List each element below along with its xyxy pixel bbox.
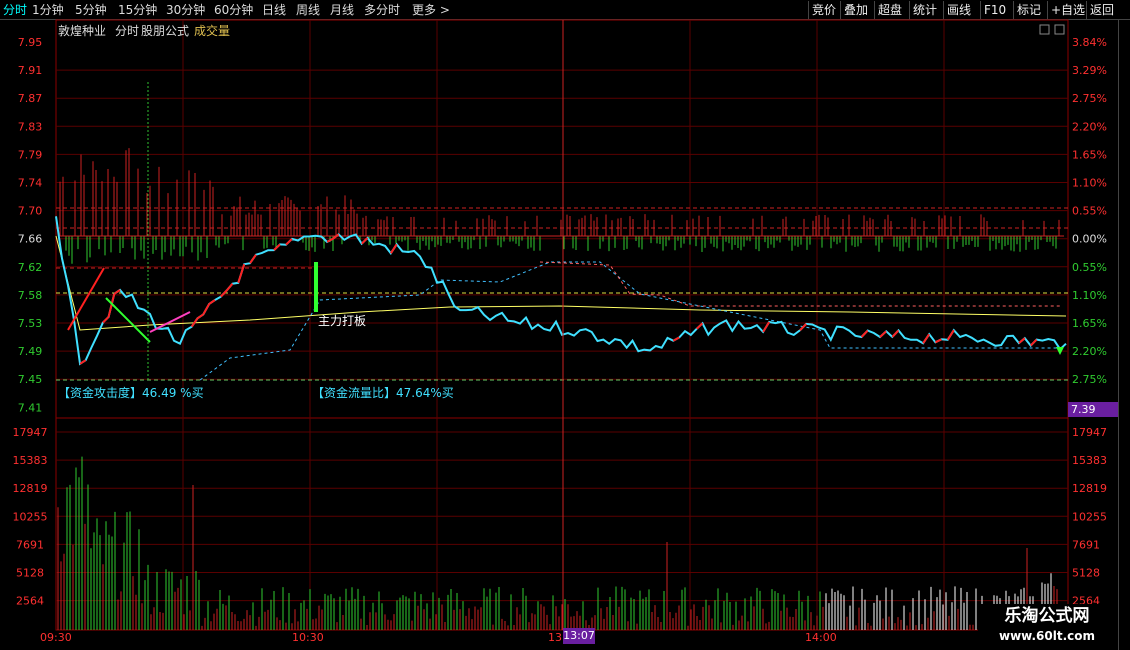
percent-tick-label: 1.65% (1072, 317, 1107, 330)
watermark-title: 乐淘公式网 (1004, 606, 1090, 626)
volume-tick-label-right: 5128 (1072, 567, 1100, 580)
percent-tick-label: 2.75% (1072, 92, 1107, 105)
price-tick-label: 7.70 (18, 205, 43, 218)
volume-tick-label: 7691 (16, 538, 44, 551)
fund-attack-label: 【资金攻击度】46.49 %买 (58, 385, 204, 400)
percent-tick-label: 2.75% (1072, 373, 1107, 386)
formula-name: 股朋公式 (141, 24, 189, 38)
fund-flow-label: 【资金流量比】47.64%买 (312, 385, 454, 400)
chart-mode: 分时 (115, 24, 139, 38)
main-force-bar (314, 262, 318, 312)
volume-axis-right: 17947153831281910255769151282564 (1072, 426, 1107, 608)
price-tick-label: 7.79 (18, 148, 43, 161)
price-tick-label: 7.41 (18, 401, 43, 414)
percent-tick-label: 0.00% (1072, 233, 1107, 246)
volume-axis-left: 17947 15383 12819 10255 7691 5128 2564 (13, 426, 48, 608)
percent-tick-label: 3.84% (1072, 36, 1107, 49)
maximize-icon[interactable] (1054, 24, 1065, 35)
settings-icon[interactable] (1039, 24, 1050, 35)
percent-tick-label: 2.20% (1072, 120, 1107, 133)
volume-tick-label: 2564 (16, 595, 44, 608)
price-tick-label: 7.62 (18, 261, 43, 274)
percent-axis-right: 3.84% 3.29% 2.75% 2.20% 1.65% 1.10% 0.55% 0.00%… (1072, 36, 1107, 386)
volume-tick-label-right: 10255 (1072, 510, 1107, 523)
price-tick-label: 7.83 (18, 120, 43, 133)
intraday-chart[interactable]: 敦煌种业 分时 股朋公式 成交量 7.95 7.91 7.87 7.83 7.79 7.7… (0, 0, 1130, 650)
price-tick-label: 7.58 (18, 289, 43, 302)
volume-tick-label: 17947 (13, 426, 48, 439)
price-tick-label: 7.53 (18, 317, 43, 330)
watermark-url: www.60lt.com (998, 629, 1096, 643)
percent-tick-label: 1.65% (1072, 148, 1107, 161)
volume-tick-label: 15383 (13, 454, 48, 467)
pattern-line-magenta (149, 311, 191, 333)
pattern-line-red (67, 267, 105, 331)
cursor-time-badge: 13:07 (563, 628, 595, 644)
watermark-logo: 乐淘公式网 www.60lt.com (978, 604, 1116, 648)
price-axis-left: 7.95 7.91 7.87 7.83 7.79 7.74 7.70 7.66 7.62 7.58… (18, 36, 43, 414)
percent-tick-label: 3.29% (1072, 64, 1107, 77)
fund-flow-bars (59, 148, 1064, 264)
stock-name: 敦煌种业 (58, 23, 106, 38)
band-upper-line (539, 261, 1060, 307)
time-axis: 09:3010:3013:0014:00 (40, 631, 837, 644)
right-sidebar[interactable] (1118, 20, 1130, 650)
price-tick-label: 7.66 (18, 233, 43, 246)
price-line-up-segments (79, 233, 1038, 365)
volume-tick-label-right: 7691 (1072, 538, 1100, 551)
percent-tick-label: 0.55% (1072, 261, 1107, 274)
volume-bars (57, 456, 1064, 630)
price-tick-label: 7.91 (18, 64, 43, 77)
volume-tick-label-right: 15383 (1072, 454, 1107, 467)
time-tick-label: 09:30 (40, 631, 72, 644)
price-tick-label: 7.87 (18, 92, 43, 105)
pattern-line-green (105, 297, 151, 343)
volume-tick-label-right: 12819 (1072, 482, 1107, 495)
indicator-name: 成交量 (194, 23, 230, 38)
time-tick-label: 10:30 (292, 631, 324, 644)
volume-tick-label: 5128 (16, 567, 44, 580)
current-price-badge: 7.39 (1068, 402, 1118, 417)
price-tick-label: 7.95 (18, 36, 43, 49)
percent-tick-label: 1.10% (1072, 177, 1107, 190)
percent-tick-label: 0.55% (1072, 205, 1107, 218)
price-tick-label: 7.45 (18, 373, 43, 386)
volume-tick-label: 12819 (13, 482, 48, 495)
main-force-label: 主力打板 (318, 314, 366, 328)
time-tick-label: 14:00 (805, 631, 837, 644)
volume-tick-label-right: 17947 (1072, 426, 1107, 439)
price-tick-label: 7.74 (18, 177, 43, 190)
price-tick-label: 7.49 (18, 345, 43, 358)
percent-tick-label: 1.10% (1072, 289, 1107, 302)
volume-tick-label: 10255 (13, 510, 48, 523)
percent-tick-label: 2.20% (1072, 345, 1107, 358)
